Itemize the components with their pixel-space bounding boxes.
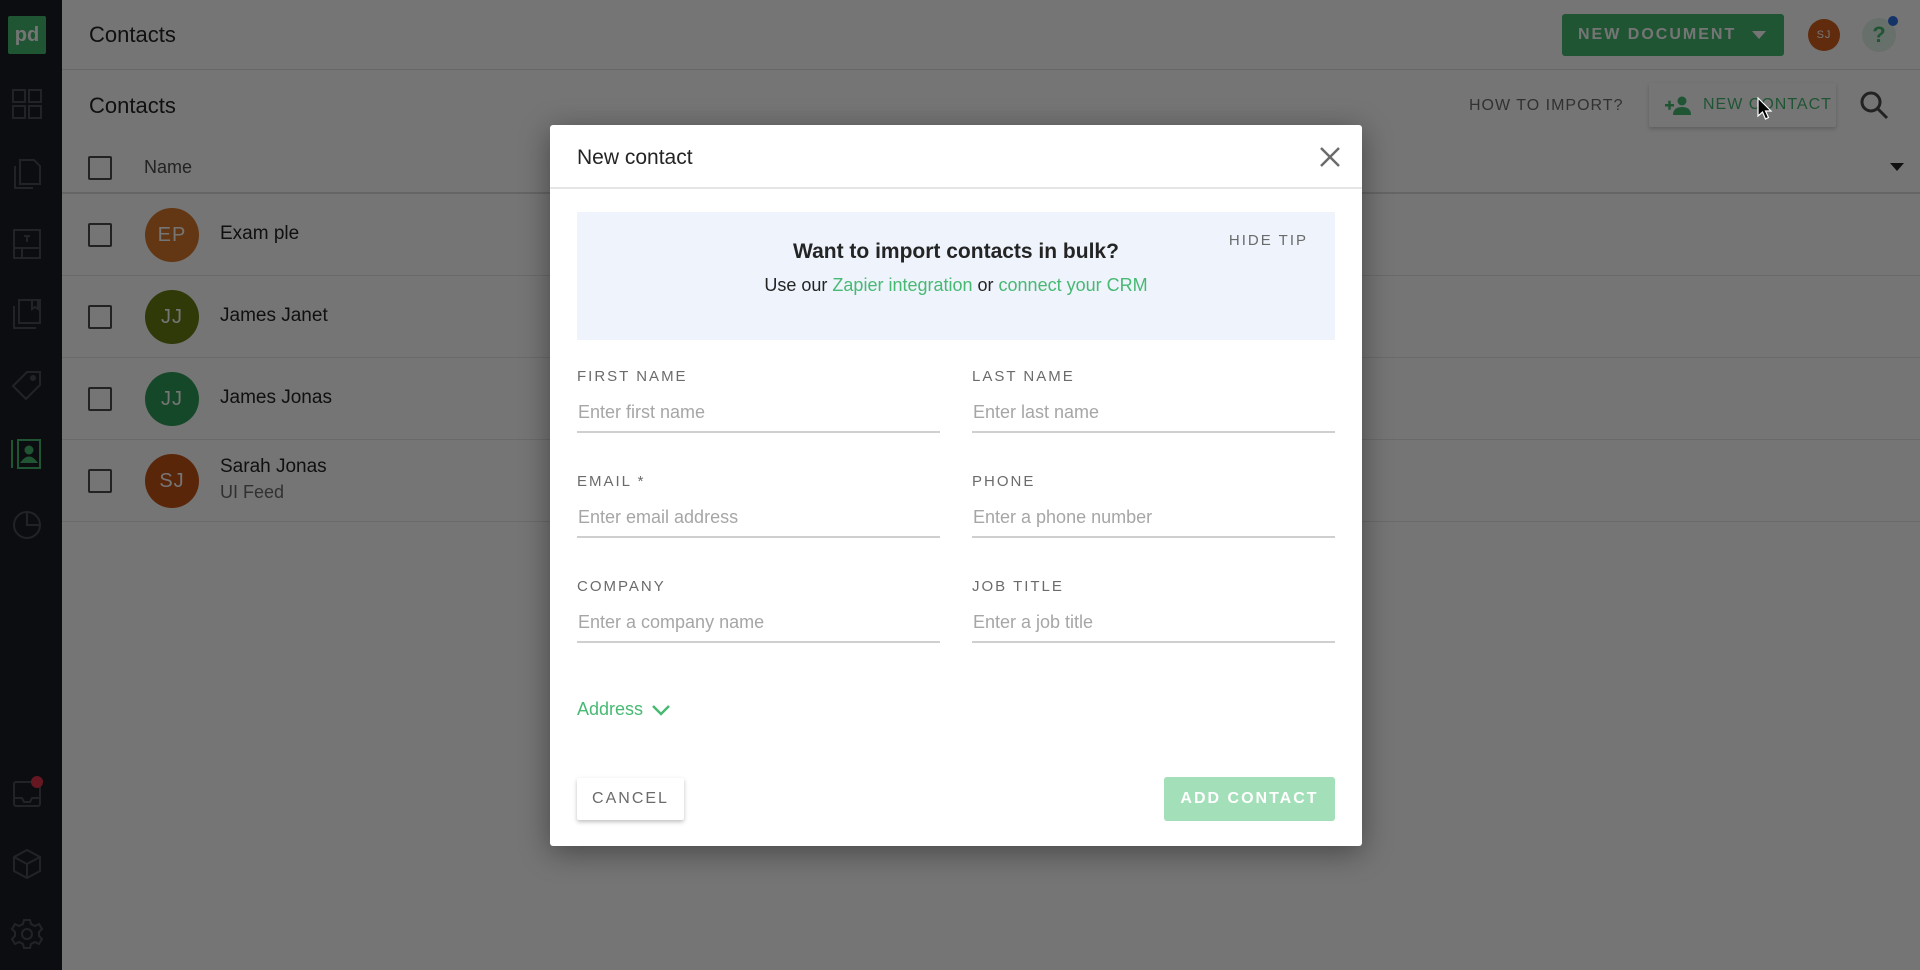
phone-input[interactable] — [972, 507, 1335, 538]
company-field: COMPANY — [577, 578, 940, 643]
company-input[interactable] — [577, 612, 940, 643]
address-label: Address — [577, 699, 644, 719]
dialog-title: New contact — [577, 146, 693, 169]
address-toggle[interactable]: Address — [577, 699, 671, 720]
last-name-label: LAST NAME — [972, 368, 1075, 385]
first-name-input[interactable] — [577, 402, 940, 433]
tip-text: Use our Zapier integration or connect yo… — [577, 275, 1335, 296]
email-label: EMAIL * — [577, 473, 646, 490]
tip-text-prefix: Use our — [764, 275, 833, 295]
job-title-input[interactable] — [972, 612, 1335, 643]
add-contact-button[interactable]: ADD CONTACT — [1164, 777, 1335, 821]
dialog-header: New contact — [550, 125, 1362, 189]
first-name-label: FIRST NAME — [577, 368, 688, 385]
chevron-down-icon — [652, 704, 670, 716]
phone-label: PHONE — [972, 473, 1036, 490]
email-field: EMAIL * — [577, 473, 940, 538]
company-label: COMPANY — [577, 578, 666, 595]
last-name-input[interactable] — [972, 402, 1335, 433]
mouse-cursor-icon — [1757, 97, 1773, 120]
cancel-button[interactable]: CANCEL — [577, 778, 684, 820]
connect-crm-link[interactable]: connect your CRM — [999, 275, 1148, 295]
hide-tip-button[interactable]: HIDE TIP — [1229, 232, 1308, 249]
email-input[interactable] — [577, 507, 940, 538]
last-name-field: LAST NAME — [972, 368, 1335, 433]
tip-text-middle: or — [972, 275, 999, 295]
zapier-integration-link[interactable]: Zapier integration — [832, 275, 972, 295]
close-icon[interactable] — [1316, 143, 1344, 171]
new-contact-dialog: New contact Want to import contacts in b… — [550, 125, 1362, 846]
job-title-field: JOB TITLE — [972, 578, 1335, 643]
import-tip-banner: Want to import contacts in bulk? Use our… — [577, 212, 1335, 340]
job-title-label: JOB TITLE — [972, 578, 1064, 595]
first-name-field: FIRST NAME — [577, 368, 940, 433]
phone-field: PHONE — [972, 473, 1335, 538]
tip-title: Want to import contacts in bulk? — [793, 240, 1119, 263]
